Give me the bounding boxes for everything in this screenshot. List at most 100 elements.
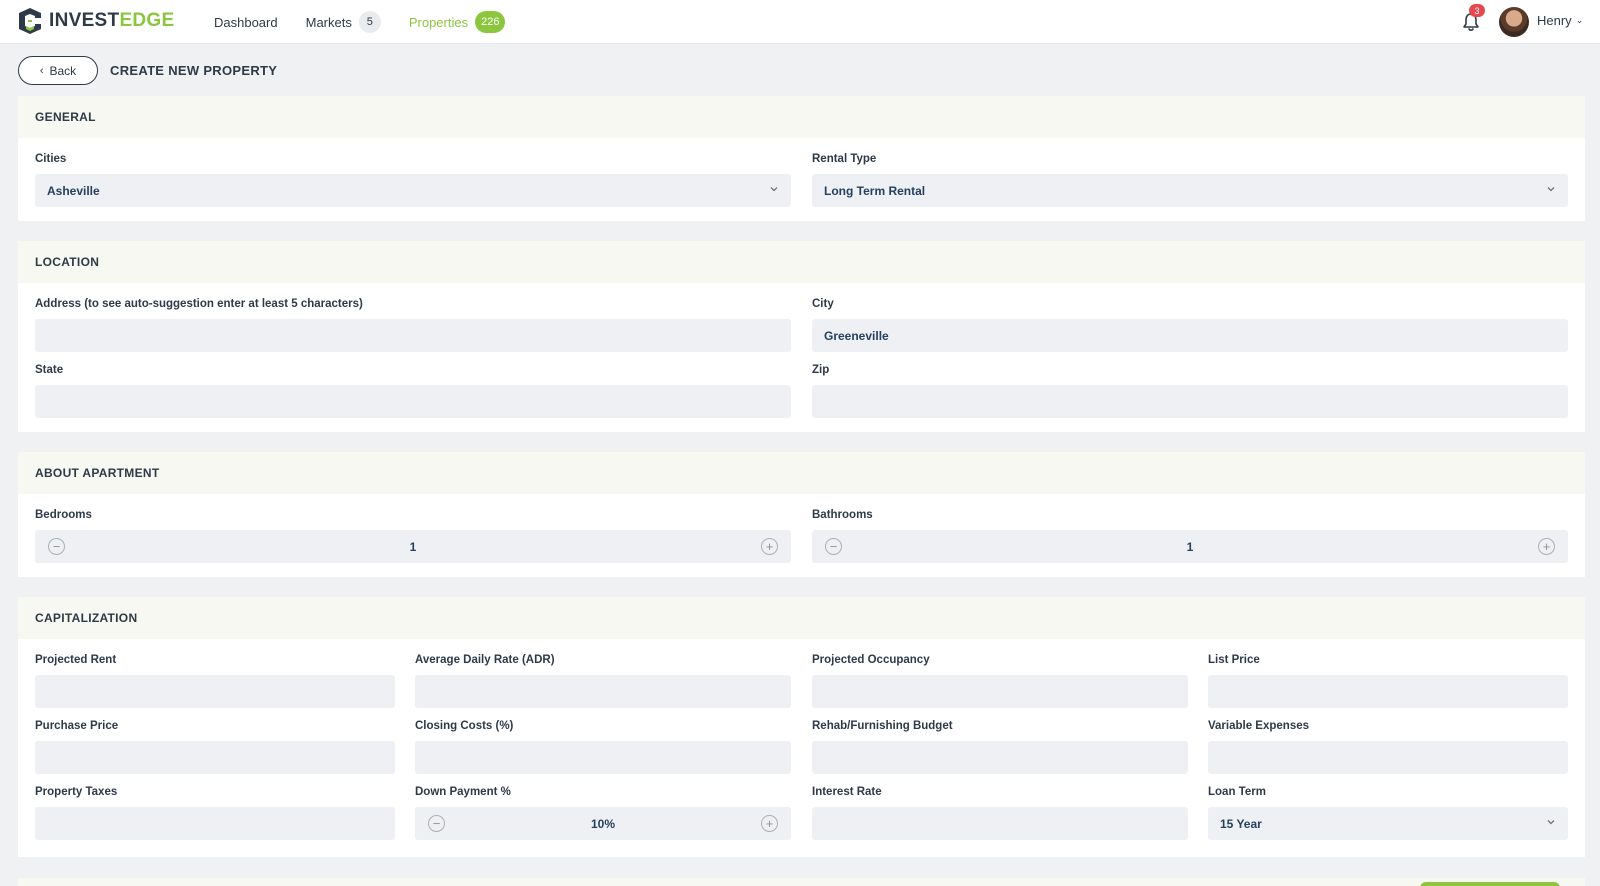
bathrooms-field: Bathrooms − 1 +	[812, 509, 1568, 563]
notification-count-badge: 3	[1469, 4, 1485, 17]
nav-properties[interactable]: Properties 226	[409, 11, 506, 33]
avatar[interactable]	[1499, 7, 1529, 37]
adr-input[interactable]	[415, 675, 791, 708]
user-menu[interactable]: Henry ⌄	[1537, 13, 1583, 28]
plus-circle-icon[interactable]: +	[761, 815, 778, 832]
state-input[interactable]	[35, 385, 791, 418]
bathrooms-label: Bathrooms	[812, 509, 873, 521]
brand-name-invest: INVEST	[49, 10, 120, 31]
property-taxes-label: Property Taxes	[35, 786, 118, 798]
brand-name-edge: EDGE	[119, 10, 175, 31]
chevron-down-icon	[1547, 187, 1555, 192]
address-input[interactable]	[35, 319, 791, 352]
properties-count-badge: 226	[475, 11, 506, 33]
minus-circle-icon[interactable]: −	[428, 815, 445, 832]
state-label: State	[35, 364, 64, 376]
purchase-price-input[interactable]	[35, 741, 395, 774]
next-section-edge	[18, 878, 1585, 886]
closing-costs-label: Closing Costs (%)	[415, 720, 514, 732]
location-section-title: LOCATION	[18, 241, 1585, 283]
projected-rent-field: Projected Rent	[35, 654, 395, 708]
closing-costs-input[interactable]	[415, 741, 791, 774]
variable-expenses-field: Variable Expenses	[1208, 720, 1568, 774]
back-button-label: Back	[49, 63, 77, 78]
projected-rent-input[interactable]	[35, 675, 395, 708]
plus-circle-icon[interactable]: +	[761, 538, 778, 555]
rehab-budget-input[interactable]	[812, 741, 1188, 774]
projected-rent-label: Projected Rent	[35, 654, 117, 666]
property-taxes-field: Property Taxes	[35, 786, 395, 840]
bathrooms-value: 1	[1186, 539, 1194, 554]
rental-type-select[interactable]: Long Term Rental	[812, 174, 1568, 207]
projected-occupancy-input[interactable]	[812, 675, 1188, 708]
chevron-left-icon: ‹	[39, 64, 44, 77]
cities-value: Asheville	[47, 183, 100, 198]
nav-dashboard[interactable]: Dashboard	[214, 11, 278, 33]
variable-expenses-label: Variable Expenses	[1208, 720, 1310, 732]
capitalization-section-title: CAPITALIZATION	[18, 597, 1585, 639]
brand-logo[interactable]: INVESTEDGE	[17, 7, 174, 35]
bedrooms-label: Bedrooms	[35, 509, 92, 521]
chevron-down-icon	[1547, 820, 1555, 825]
general-section: GENERAL Cities Asheville Rental Type Lon…	[18, 96, 1585, 221]
user-name: Henry	[1537, 13, 1572, 28]
markets-count-badge: 5	[358, 11, 381, 33]
address-label: Address (to see auto-suggestion enter at…	[35, 298, 363, 310]
plus-circle-icon[interactable]: +	[1538, 538, 1555, 555]
apartment-section-title: ABOUT APARTMENT	[18, 452, 1585, 494]
address-field: Address (to see auto-suggestion enter at…	[35, 298, 791, 352]
loan-term-label: Loan Term	[1208, 786, 1266, 798]
list-price-label: List Price	[1208, 654, 1260, 666]
submit-button[interactable]	[1420, 882, 1560, 886]
bathrooms-stepper[interactable]: − 1 +	[812, 530, 1568, 563]
zip-input[interactable]	[812, 385, 1568, 418]
city-input[interactable]: Greeneville	[812, 319, 1568, 352]
city-value: Greeneville	[824, 328, 889, 343]
nav-markets[interactable]: Markets 5	[306, 11, 381, 33]
down-payment-label: Down Payment %	[415, 786, 511, 798]
brand-name: INVESTEDGE	[49, 10, 174, 32]
minus-circle-icon[interactable]: −	[825, 538, 842, 555]
list-price-input[interactable]	[1208, 675, 1568, 708]
minus-circle-icon[interactable]: −	[48, 538, 65, 555]
apartment-section: ABOUT APARTMENT Bedrooms − 1 + Bathrooms…	[18, 452, 1585, 577]
adr-label: Average Daily Rate (ADR)	[415, 654, 555, 666]
purchase-price-field: Purchase Price	[35, 720, 395, 774]
down-payment-value: 10%	[590, 816, 616, 831]
interest-rate-input[interactable]	[812, 807, 1188, 840]
nav-markets-label: Markets	[305, 14, 352, 30]
projected-occupancy-field: Projected Occupancy	[812, 654, 1188, 708]
projected-occupancy-label: Projected Occupancy	[812, 654, 930, 666]
back-button[interactable]: ‹ Back	[18, 56, 98, 85]
closing-costs-field: Closing Costs (%)	[415, 720, 791, 774]
loan-term-select[interactable]: 15 Year	[1208, 807, 1568, 840]
adr-field: Average Daily Rate (ADR)	[415, 654, 791, 708]
rehab-budget-label: Rehab/Furnishing Budget	[812, 720, 953, 732]
zip-field: Zip	[812, 364, 1568, 418]
list-price-field: List Price	[1208, 654, 1568, 708]
nav-dashboard-label: Dashboard	[214, 14, 278, 30]
purchase-price-label: Purchase Price	[35, 720, 119, 732]
chevron-down-icon: ⌄	[1575, 15, 1584, 25]
chevron-down-icon	[770, 187, 778, 192]
general-section-title: GENERAL	[18, 96, 1585, 138]
variable-expenses-input[interactable]	[1208, 741, 1568, 774]
zip-label: Zip	[812, 364, 830, 376]
interest-rate-label: Interest Rate	[812, 786, 882, 798]
bedrooms-stepper[interactable]: − 1 +	[35, 530, 791, 563]
location-section: LOCATION Address (to see auto-suggestion…	[18, 241, 1585, 432]
rental-type-value: Long Term Rental	[824, 183, 926, 198]
property-taxes-input[interactable]	[35, 807, 395, 840]
main-nav: Dashboard Markets 5 Properties 226	[214, 11, 533, 33]
rental-type-field: Rental Type Long Term Rental	[812, 153, 1568, 207]
loan-term-field: Loan Term 15 Year	[1208, 786, 1568, 840]
bedrooms-field: Bedrooms − 1 +	[35, 509, 791, 563]
bedrooms-value: 1	[409, 539, 417, 554]
interest-rate-field: Interest Rate	[812, 786, 1188, 840]
cities-field: Cities Asheville	[35, 153, 791, 207]
shield-logo-icon	[19, 8, 41, 34]
loan-term-value: 15 Year	[1220, 816, 1262, 831]
down-payment-stepper[interactable]: − 10% +	[415, 807, 791, 840]
rental-type-label: Rental Type	[812, 153, 877, 165]
cities-select[interactable]: Asheville	[35, 174, 791, 207]
